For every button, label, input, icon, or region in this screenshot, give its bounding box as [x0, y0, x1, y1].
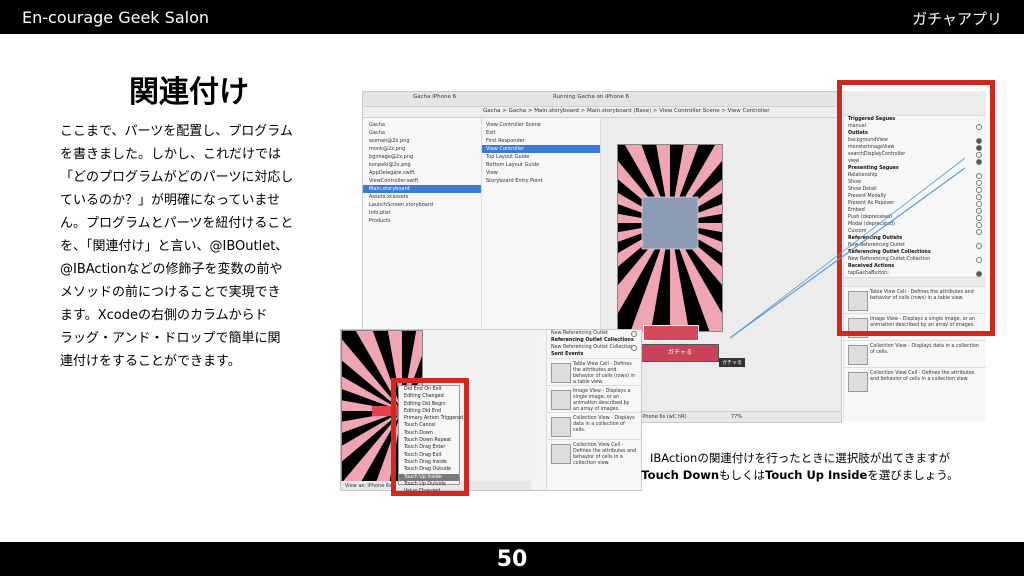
- library-object[interactable]: Table View Cell - Defines the attributes…: [547, 358, 641, 385]
- connection-row[interactable]: New Referencing Outlet Collection: [547, 344, 641, 351]
- library-object[interactable]: Image View - Displays a single image, or…: [547, 385, 641, 412]
- connection-label: Referencing Outlet Collections: [551, 338, 634, 343]
- connection-row[interactable]: New Referencing Outlet: [547, 330, 641, 337]
- caption-touch-down: Touch Down: [641, 468, 720, 482]
- library-object-icon: [551, 363, 571, 383]
- connection-row: Sent Events: [547, 351, 641, 358]
- connection-label: New Referencing Outlet Collection: [551, 345, 634, 350]
- connection-label: New Referencing Outlet: [551, 331, 608, 336]
- caption-tail: を選びましょう。: [867, 468, 959, 482]
- caption-line-2: Touch DownもしくはTouch Up Insideを選びましょう。: [610, 467, 990, 484]
- view-as-label: View as: iPhone 6s: [345, 483, 392, 489]
- library-object-description: Collection View - Displays data in a col…: [573, 416, 635, 433]
- highlight-events-menu: [391, 378, 469, 496]
- library-object-description: Table View Cell - Defines the attributes…: [573, 362, 635, 385]
- library-object-icon: [551, 417, 571, 437]
- library-object-description: Image View - Displays a single image, or…: [573, 389, 631, 412]
- library-object-icon: [551, 390, 571, 410]
- slide-footer: 50: [0, 542, 1024, 576]
- page-number: 50: [496, 547, 528, 572]
- connection-row: Referencing Outlet Collections: [547, 337, 641, 344]
- small-inspector-list: New Referencing Outlet Referencing Outlet…: [547, 330, 641, 358]
- caption: IBActionの関連付けを行ったときに選択肢が出てきますが Touch Dow…: [610, 450, 990, 484]
- connection-label: Sent Events: [551, 352, 584, 357]
- caption-or: もしくは: [719, 468, 766, 482]
- caption-line-1: IBActionの関連付けを行ったときに選択肢が出てきますが: [650, 451, 950, 465]
- library-object[interactable]: Collection View - Displays data in a col…: [547, 412, 641, 439]
- xcode-event-screenshot: View as: iPhone 6s New Referencing Outle…: [340, 329, 642, 491]
- library-object-icon: [551, 444, 571, 464]
- caption-touch-up-inside: Touch Up Inside: [765, 468, 868, 482]
